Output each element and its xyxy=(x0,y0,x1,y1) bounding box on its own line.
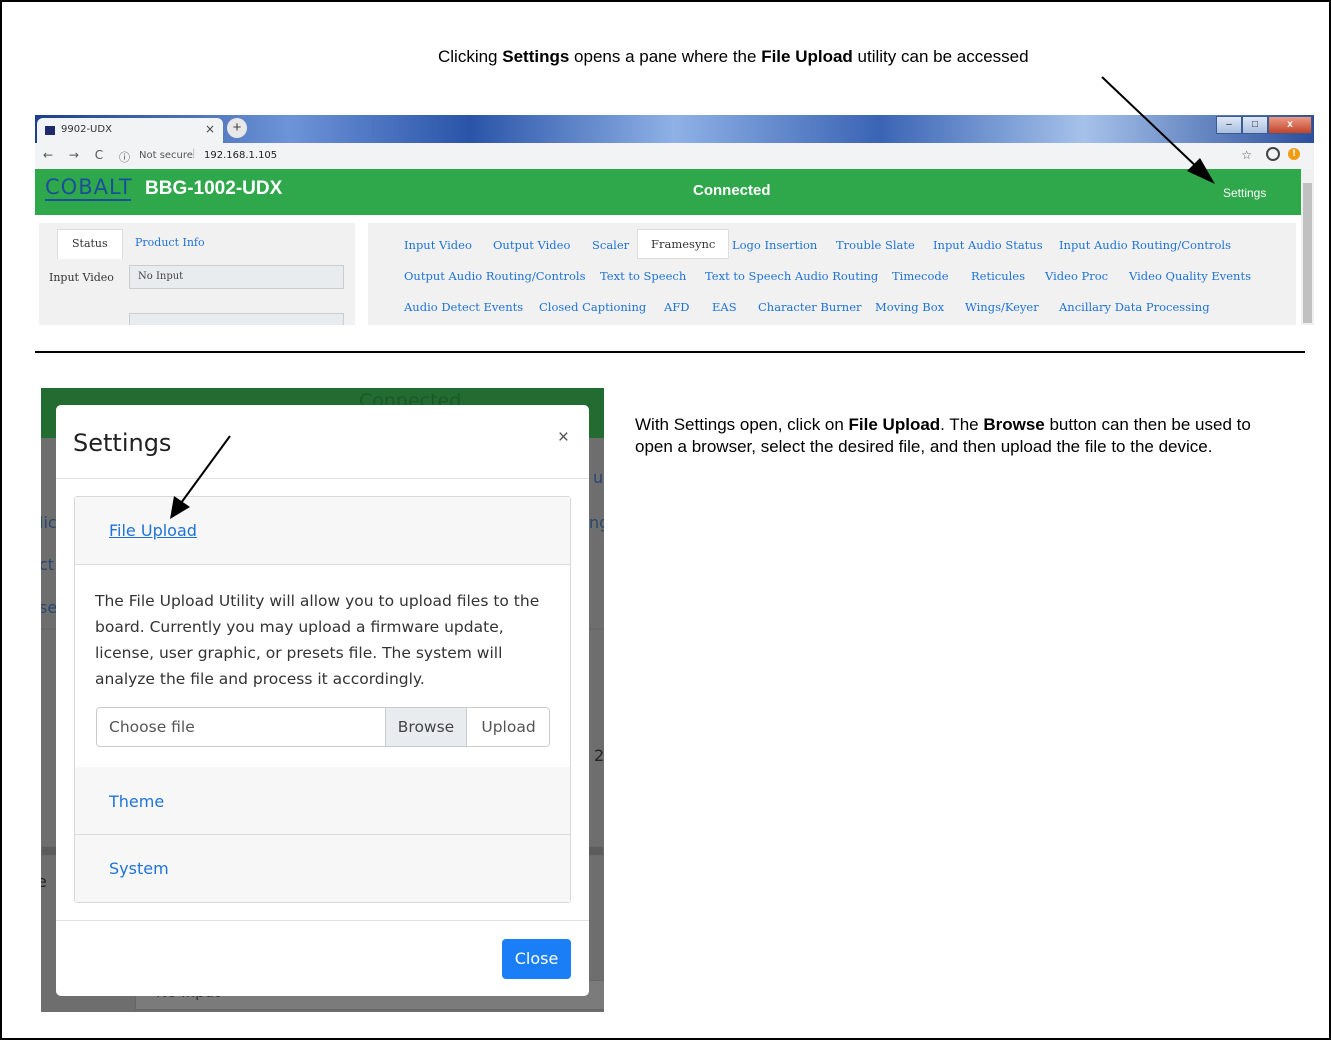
address-bar: ← → C ⓘ Not secure | 192.168.1.105 ☆ ! xyxy=(35,143,1314,169)
file-input-group[interactable]: Choose file Browse Upload xyxy=(96,707,550,747)
system-link[interactable]: System xyxy=(109,859,169,878)
cobalt-logo: COBALT xyxy=(45,175,133,199)
side-caption: With Settings open, click on File Upload… xyxy=(635,414,1275,458)
settings-link[interactable]: Settings xyxy=(1223,186,1266,200)
browse-button[interactable]: Browse xyxy=(385,708,466,746)
status-panel: Status Product Info Input Video No Input xyxy=(39,223,355,325)
tab-close-icon[interactable]: × xyxy=(205,122,215,136)
nav-text-to-speech[interactable]: Text to Speech xyxy=(600,269,686,283)
background-text: 2 xyxy=(594,746,604,765)
output-field xyxy=(129,313,344,325)
nav-video-proc[interactable]: Video Proc xyxy=(1045,269,1108,283)
info-icon[interactable]: ⓘ xyxy=(119,149,130,165)
nav-wings-keyer[interactable]: Wings/Keyer xyxy=(965,300,1039,314)
browser-tab[interactable]: 9902-UDX × xyxy=(37,118,223,143)
favicon-icon xyxy=(45,126,55,135)
caption-bold-file-upload: File Upload xyxy=(761,47,853,66)
profile-icon[interactable] xyxy=(1266,147,1280,161)
nav-tts-audio-routing[interactable]: Text to Speech Audio Routing xyxy=(705,269,878,283)
caption-text: . The xyxy=(940,415,984,434)
background-text: lic xyxy=(41,513,57,532)
nav-character-burner[interactable]: Character Burner xyxy=(758,300,862,314)
window-close-button[interactable]: x xyxy=(1268,116,1312,134)
connection-status: Connected xyxy=(693,182,771,199)
modal-title: Settings xyxy=(73,429,172,457)
background-text: ct xyxy=(41,555,55,574)
upload-button[interactable]: Upload xyxy=(466,708,549,746)
background-text: ng xyxy=(589,513,604,532)
url-field[interactable]: 192.168.1.105 xyxy=(204,150,277,161)
nav-scaler[interactable]: Scaler xyxy=(592,238,629,252)
nav-moving-box[interactable]: Moving Box xyxy=(875,300,944,314)
modal-header-divider xyxy=(56,478,589,479)
minimize-button[interactable]: – xyxy=(1216,116,1242,134)
nav-output-audio-routing[interactable]: Output Audio Routing/Controls xyxy=(404,269,586,283)
window-titlebar: 9902-UDX × + – □ x xyxy=(35,115,1314,143)
section-divider xyxy=(35,351,1305,353)
new-tab-button[interactable]: + xyxy=(227,118,247,138)
background-text: e xyxy=(41,872,47,891)
window-controls: – □ x xyxy=(1216,116,1312,134)
settings-modal-screenshot: Connected ub lic ng ct se 2 e No Input S… xyxy=(41,388,604,1012)
nav-video-quality-events[interactable]: Video Quality Events xyxy=(1129,269,1251,283)
function-nav-panel: Input Video Output Video Scaler Framesyn… xyxy=(368,223,1296,325)
nav-logo-insertion[interactable]: Logo Insertion xyxy=(732,238,817,252)
nav-output-video[interactable]: Output Video xyxy=(493,238,570,252)
nav-reticules[interactable]: Reticules xyxy=(971,269,1025,283)
accordion-header-system[interactable]: System xyxy=(75,835,570,902)
nav-input-audio-status[interactable]: Input Audio Status xyxy=(933,238,1043,252)
modal-close-icon[interactable]: × xyxy=(558,427,569,449)
nav-afd[interactable]: AFD xyxy=(664,300,690,314)
nav-audio-detect-events[interactable]: Audio Detect Events xyxy=(404,300,523,314)
scrollbar-thumb[interactable] xyxy=(1303,183,1312,323)
nav-closed-captioning[interactable]: Closed Captioning xyxy=(539,300,646,314)
settings-modal: Settings × File Upload The File Upload U… xyxy=(56,405,589,996)
input-video-field: No Input xyxy=(129,265,344,289)
nav-input-video[interactable]: Input Video xyxy=(404,238,472,252)
tab-status[interactable]: Status xyxy=(57,229,123,259)
caption-text: Clicking xyxy=(438,47,503,66)
logo-underline xyxy=(45,199,131,201)
theme-link[interactable]: Theme xyxy=(109,792,164,811)
file-upload-description: The File Upload Utility will allow you t… xyxy=(95,592,540,688)
input-video-label: Input Video xyxy=(49,271,114,284)
caption-bold-settings: Settings xyxy=(502,47,570,66)
accordion-header-theme[interactable]: Theme xyxy=(75,767,570,834)
caption-text: With Settings open, click on xyxy=(635,415,849,434)
app-header: COBALT BBG-1002-UDX Connected Settings xyxy=(35,169,1301,215)
device-name: BBG-1002-UDX xyxy=(145,178,283,199)
nav-eas[interactable]: EAS xyxy=(712,300,737,314)
caption-bold-file-upload: File Upload xyxy=(848,415,941,434)
browser-screenshot: 9902-UDX × + – □ x ← → C ⓘ Not secure | … xyxy=(35,115,1314,325)
update-warning-icon[interactable]: ! xyxy=(1288,148,1300,160)
choose-file-field[interactable]: Choose file xyxy=(109,718,195,736)
caption-bold-browse: Browse xyxy=(983,415,1045,434)
nav-ancillary-data[interactable]: Ancillary Data Processing xyxy=(1059,300,1210,314)
security-indicator: Not secure xyxy=(139,150,193,161)
nav-input-audio-routing[interactable]: Input Audio Routing/Controls xyxy=(1059,238,1231,252)
top-caption: Clicking Settings opens a pane where the… xyxy=(438,46,1029,68)
close-button[interactable]: Close xyxy=(502,939,571,979)
accordion-header-file-upload[interactable]: File Upload xyxy=(75,497,570,564)
nav-trouble-slate[interactable]: Trouble Slate xyxy=(836,238,915,252)
settings-accordion: File Upload The File Upload Utility will… xyxy=(74,496,571,903)
background-text: se xyxy=(41,598,58,617)
nav-timecode[interactable]: Timecode xyxy=(892,269,949,283)
background-text: ub xyxy=(593,468,604,487)
url-separator: | xyxy=(192,148,196,159)
caption-text: utility can be accessed xyxy=(852,47,1029,66)
file-upload-link[interactable]: File Upload xyxy=(109,521,197,540)
tab-title: 9902-UDX xyxy=(61,124,112,135)
caption-text: opens a pane where the xyxy=(569,47,762,66)
nav-buttons[interactable]: ← → C xyxy=(43,148,109,162)
maximize-button[interactable]: □ xyxy=(1242,116,1268,134)
tab-product-info[interactable]: Product Info xyxy=(121,229,219,259)
bookmark-star-icon[interactable]: ☆ xyxy=(1241,148,1252,162)
modal-footer-divider xyxy=(56,920,589,921)
page-scrollbar[interactable] xyxy=(1301,169,1314,325)
nav-framesync[interactable]: Framesync xyxy=(637,229,730,259)
accordion-divider xyxy=(75,564,570,565)
